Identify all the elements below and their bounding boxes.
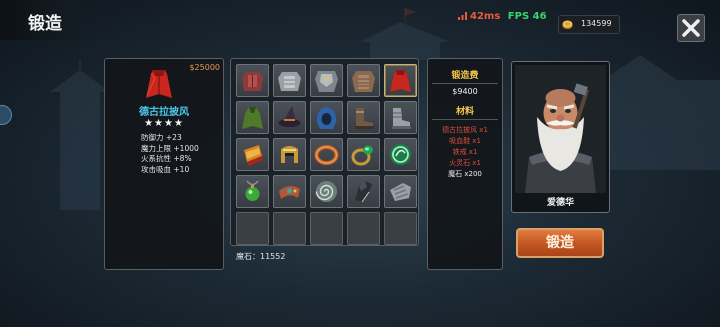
item-star-rating: ★★★★: [144, 118, 184, 129]
inventory-slot[interactable]: [310, 64, 343, 97]
witch-hat-icon: [278, 106, 301, 127]
red-chest-armor-icon: [242, 72, 263, 91]
inventory-slot[interactable]: [236, 138, 269, 171]
red-cape-icon: [146, 70, 172, 98]
steel-boots-icon: [392, 108, 411, 129]
inventory-slot[interactable]: [236, 64, 269, 97]
inventory-slot[interactable]: [347, 138, 380, 171]
item-stats: 防御力 +23 魔力上限 +1000 火系抗性 +8% 攻击吸血 +10: [141, 133, 199, 175]
dark-gauntlet-icon: [355, 181, 372, 203]
gold-helmet-icon: [281, 146, 298, 163]
network-status: 42ms FPS 46: [458, 11, 547, 22]
fps-value: FPS 46: [507, 11, 547, 22]
empty-inventory-slot[interactable]: [273, 212, 306, 245]
inventory-slot[interactable]: [273, 138, 306, 171]
materials-list: 德古拉披风 x1 吸血鞋 x1 铁戒 x1 火灵石 x1 魔石 x200: [428, 125, 502, 180]
green-pendant-icon: [245, 180, 260, 201]
signal-icon: [458, 12, 467, 20]
empty-inventory-slot[interactable]: [347, 212, 380, 245]
steel-chest-armor-icon: [278, 72, 301, 91]
gold-counter: 134599: [558, 15, 620, 34]
steel-gauntlet-icon: [390, 183, 411, 201]
forge-fee-value: $9400: [452, 87, 478, 96]
inventory-slot[interactable]: [273, 101, 306, 134]
inventory-slot[interactable]: [384, 175, 417, 208]
stat-line: 攻击吸血 +10: [141, 164, 190, 174]
forge-cost-panel: 锻造费 $9400 材料 德古拉披风 x1 吸血鞋 x1 铁戒 x1 火灵石 x1 魔石…: [427, 58, 503, 270]
bronze-ring-icon: [314, 145, 339, 165]
inventory-slot[interactable]: [347, 101, 380, 134]
inventory-slot[interactable]: [347, 175, 380, 208]
green-cloak-icon: [242, 107, 263, 129]
inventory-slot[interactable]: [236, 175, 269, 208]
materials-title: 材料: [455, 107, 474, 117]
item-name: 德古拉披风: [139, 107, 189, 118]
magic-stone-count: 魔石：11552: [236, 252, 286, 261]
emerald-ring-icon: [351, 145, 373, 166]
inventory-slot[interactable]: [384, 101, 417, 134]
inventory-slot[interactable]: [310, 101, 343, 134]
material-requirement: 德古拉披风 x1: [442, 126, 488, 134]
stat-line: 防御力 +23: [141, 133, 182, 142]
side-menu-button[interactable]: [0, 105, 12, 125]
plate-armor-icon: [315, 71, 338, 92]
stat-line: 火系抗性 +8%: [141, 154, 192, 163]
leather-armor-icon: [352, 71, 375, 92]
material-requirement: 铁戒 x1: [452, 148, 478, 156]
divider: [432, 83, 498, 84]
forge-fee-title: 锻造费: [451, 71, 479, 81]
divider: [432, 119, 498, 120]
inventory-panel: [230, 58, 419, 246]
leather-bracer-icon: [279, 185, 300, 199]
gold-coin-icon: [562, 20, 573, 29]
empty-inventory-slot[interactable]: [384, 212, 417, 245]
material-requirement: 吸血鞋 x1: [449, 137, 481, 145]
gold-amount: 134599: [581, 19, 612, 28]
green-dragon-amulet-icon: [390, 144, 411, 165]
close-button[interactable]: [677, 14, 705, 42]
npc-panel: 爱德华: [511, 61, 610, 213]
item-info-panel: $25000 德古拉披风 ★★★★ 防御力 +23 魔力上限 +1000 火系抗…: [104, 58, 224, 270]
blue-hood-icon: [316, 107, 337, 129]
gold-bracer-icon: [244, 145, 263, 166]
inventory-slot[interactable]: [310, 138, 343, 171]
close-icon: [682, 19, 700, 37]
material-requirement: 火灵石 x1: [449, 159, 481, 167]
leather-boots-icon: [355, 108, 374, 129]
red-cape-icon: [390, 70, 411, 92]
spiral-charm-icon: [315, 181, 337, 202]
ping-value: 42ms: [470, 11, 501, 22]
inventory-slot[interactable]: [384, 138, 417, 171]
material-requirement: 魔石 x200: [448, 170, 482, 178]
stat-line: 魔力上限 +1000: [141, 143, 199, 153]
inventory-slot[interactable]: [236, 101, 269, 134]
inventory-slot[interactable]: [273, 64, 306, 97]
empty-inventory-slot[interactable]: [310, 212, 343, 245]
page-title: 锻造: [28, 14, 62, 34]
npc-name: 爱德华: [546, 198, 574, 208]
forge-button[interactable]: 锻造: [516, 228, 604, 258]
inventory-slot[interactable]: [310, 175, 343, 208]
inventory-slot[interactable]: [347, 64, 380, 97]
inventory-slot[interactable]: [384, 64, 417, 97]
item-price: $25000: [189, 63, 220, 72]
inventory-slot[interactable]: [273, 175, 306, 208]
dwarf-blacksmith-portrait: [515, 65, 606, 193]
inventory-grid: [236, 64, 417, 245]
empty-inventory-slot[interactable]: [236, 212, 269, 245]
